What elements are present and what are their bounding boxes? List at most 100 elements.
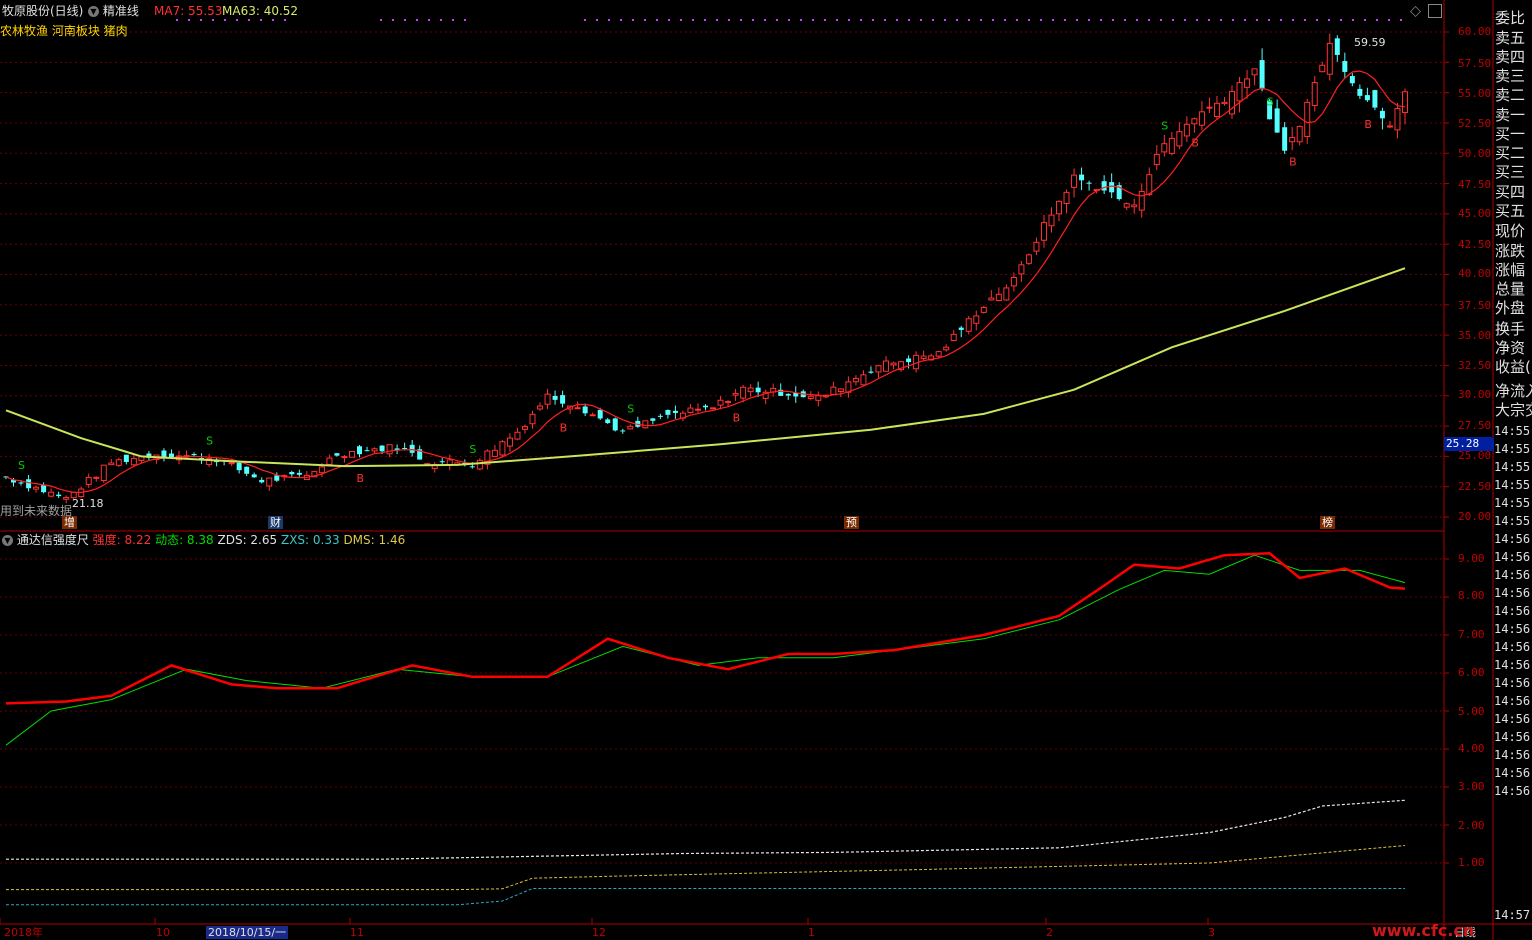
chevron-down-icon[interactable]: ▼ xyxy=(88,6,99,17)
signal-dot xyxy=(1352,19,1354,21)
candle-body xyxy=(574,407,581,410)
sector-tags[interactable]: 农林牧渔 河南板块 猪肉 xyxy=(0,24,128,38)
trade-time: 14:57 xyxy=(1494,908,1531,922)
candle-body xyxy=(837,388,844,392)
candle-body xyxy=(958,327,964,330)
trade-time: 14:56 xyxy=(1494,658,1531,672)
y-tick: 35.00 xyxy=(1458,329,1492,342)
candle-body xyxy=(386,444,393,455)
candle-body xyxy=(815,395,822,401)
signal-dot xyxy=(1184,19,1186,21)
side-item[interactable]: 卖三 xyxy=(1495,67,1532,86)
candle-body xyxy=(732,393,739,396)
signal-dot xyxy=(1208,19,1210,21)
sub-indicator-header[interactable]: ▼ 通达信强度尺 强度: 8.22 动态: 8.38 ZDS: 2.65 ZXS… xyxy=(2,533,405,547)
trade-time: 14:56 xyxy=(1494,604,1531,618)
candle-body xyxy=(605,419,611,424)
signal-dot xyxy=(1100,19,1102,21)
candle-body xyxy=(499,441,506,456)
candle-body xyxy=(439,461,445,463)
candle-body xyxy=(1229,90,1236,115)
side-item[interactable]: 净资 xyxy=(1495,339,1532,358)
candle-body xyxy=(1296,125,1303,143)
candle-body xyxy=(168,453,174,458)
side-item[interactable]: 总量 xyxy=(1495,280,1532,299)
sell-signal: S xyxy=(469,443,476,456)
candle-body xyxy=(943,346,950,351)
side-item[interactable]: 大宗交 xyxy=(1495,401,1532,420)
candle-body xyxy=(1342,61,1348,72)
x-tick: 2 xyxy=(1046,926,1053,939)
signal-dot xyxy=(1256,19,1258,21)
side-item[interactable]: 收益( xyxy=(1495,358,1532,377)
side-item[interactable]: 外盘 xyxy=(1495,299,1532,318)
signal-dot xyxy=(692,19,694,21)
event-marker[interactable]: 榜 xyxy=(1320,516,1335,529)
side-item[interactable]: 买五 xyxy=(1495,202,1532,221)
signal-dot xyxy=(680,19,682,21)
signal-dot xyxy=(1148,19,1150,21)
candle-body xyxy=(995,293,1002,302)
candle-body xyxy=(371,448,378,452)
ma7-label: MA7: 55.53 xyxy=(154,4,223,18)
side-item[interactable]: 卖一 xyxy=(1495,106,1532,125)
event-marker[interactable]: 财 xyxy=(268,516,283,529)
side-item[interactable]: 买四 xyxy=(1495,183,1532,202)
signal-dot xyxy=(860,19,862,21)
candle-body xyxy=(1251,68,1258,76)
candle-body xyxy=(627,425,634,430)
y-tick: 20.00 xyxy=(1458,510,1492,523)
event-marker[interactable]: 预 xyxy=(844,516,859,529)
chevron-down-icon[interactable]: ▼ xyxy=(2,535,13,546)
signal-dot xyxy=(1112,19,1114,21)
candle-body xyxy=(514,431,521,440)
y-tick: 60.00 xyxy=(1458,25,1492,38)
dms-line xyxy=(6,845,1406,891)
side-item[interactable]: 买三 xyxy=(1495,163,1532,182)
event-marker[interactable]: 增 xyxy=(62,516,77,529)
high-price-label: 59.59 xyxy=(1354,36,1386,49)
y-tick: 9.00 xyxy=(1458,552,1485,565)
signal-dot xyxy=(1340,19,1342,21)
candle-body xyxy=(1079,174,1085,181)
signal-dot xyxy=(668,19,670,21)
candle-body xyxy=(130,458,137,466)
y-tick: 52.50 xyxy=(1458,117,1492,130)
sub-indicator-title: 通达信强度尺 xyxy=(16,533,89,547)
side-item[interactable]: 买一 xyxy=(1495,125,1532,144)
side-item[interactable]: 涨跌 xyxy=(1495,242,1532,261)
signal-dot xyxy=(1292,19,1294,21)
strength-value: 强度: 8.22 xyxy=(92,533,152,547)
side-item[interactable]: 净流入 xyxy=(1495,382,1532,401)
candle-body xyxy=(1131,204,1138,208)
candle-body xyxy=(890,362,897,366)
side-item[interactable]: 换手 xyxy=(1495,320,1532,339)
side-item[interactable]: 卖二 xyxy=(1495,86,1532,105)
trade-time: 14:56 xyxy=(1494,748,1531,762)
candle-body xyxy=(251,474,257,478)
signal-dot xyxy=(728,19,730,21)
side-item[interactable]: 涨幅 xyxy=(1495,261,1532,280)
trade-time: 14:55 xyxy=(1494,460,1531,474)
signal-dot xyxy=(284,19,286,21)
side-item[interactable]: 委比 xyxy=(1495,9,1532,28)
signal-dot xyxy=(896,19,898,21)
y-tick: 42.50 xyxy=(1458,238,1492,251)
signal-dot xyxy=(1016,19,1018,21)
chart-canvas[interactable]: B B B B B B S S S S S S xyxy=(0,0,1532,940)
side-item[interactable]: 卖四 xyxy=(1495,48,1532,67)
signal-dot xyxy=(704,19,706,21)
side-item[interactable]: 卖五 xyxy=(1495,29,1532,48)
indicator-toggle[interactable]: ▼ 精准线 xyxy=(88,4,139,18)
y-tick: 50.00 xyxy=(1458,147,1492,160)
candle-body xyxy=(491,449,498,457)
candle-body xyxy=(612,418,618,431)
candle-body xyxy=(469,466,475,468)
side-item[interactable]: 买二 xyxy=(1495,144,1532,163)
candle-body xyxy=(703,405,708,408)
side-item[interactable]: 现价 xyxy=(1495,222,1532,241)
window-toggle-icon[interactable] xyxy=(1428,4,1442,18)
signal-dot xyxy=(944,19,946,21)
signal-dot xyxy=(836,19,838,21)
y-tick: 45.00 xyxy=(1458,207,1492,220)
